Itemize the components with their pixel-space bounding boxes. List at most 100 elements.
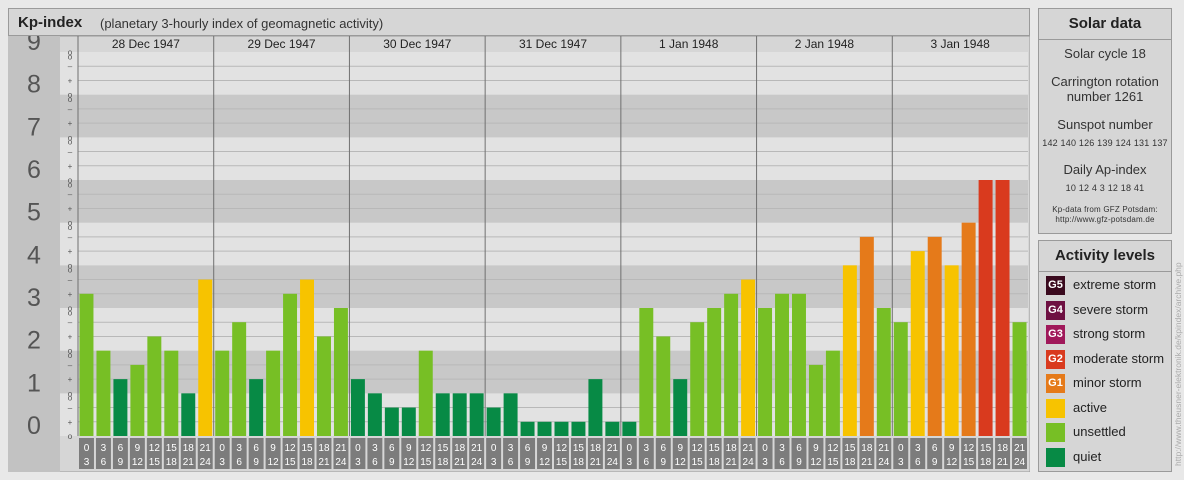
y-minor-mark: + <box>68 418 73 427</box>
kp-band <box>60 137 1028 180</box>
y-tick-label: 3 <box>27 284 41 312</box>
interval-start-label: 3 <box>779 443 785 454</box>
y-minor-mark: o <box>68 176 73 185</box>
kp-bar <box>164 350 179 436</box>
interval-start-label: 6 <box>253 443 259 454</box>
interval-start-label: 18 <box>590 443 602 454</box>
y-minor-mark: o <box>68 432 73 441</box>
kp-bar <box>927 236 942 436</box>
interval-end-label: 21 <box>318 457 330 468</box>
level-g5: G5 extreme storm <box>1046 276 1171 296</box>
kp-bar <box>673 379 688 436</box>
kp-bar <box>215 350 230 436</box>
level-unsettled: unsettled <box>1046 423 1171 443</box>
interval-start-label: 6 <box>389 443 395 454</box>
interval-end-label: 6 <box>915 457 921 468</box>
kp-bar <box>401 407 416 436</box>
kp-bar <box>435 393 450 436</box>
kp-bar <box>588 379 603 436</box>
interval-start-label: 18 <box>861 443 873 454</box>
interval-end-label: 3 <box>898 457 904 468</box>
kp-bar <box>825 350 840 436</box>
interval-end-label: 6 <box>236 457 242 468</box>
ap-title: Daily Ap-index <box>1063 162 1147 177</box>
interval-start-label: 6 <box>118 443 124 454</box>
interval-start-label: 15 <box>573 443 585 454</box>
interval-end-label: 6 <box>101 457 107 468</box>
y-minor-mark: + <box>68 204 73 213</box>
level-g4: G4 severe storm <box>1046 300 1171 321</box>
day-label: 30 Dec 1947 <box>383 37 451 51</box>
y-minor-mark: – <box>68 62 73 71</box>
source-line2: http://www.gfz-potsdam.de <box>1055 215 1155 224</box>
level-swatch <box>1046 398 1065 418</box>
y-tick-label: 1 <box>27 369 41 397</box>
y-tick-label: 9 <box>27 36 41 56</box>
interval-end-label: 24 <box>743 457 755 468</box>
kp-bar <box>181 393 196 436</box>
sunspot-values: 142 140 126 139 124 131 137 <box>1042 138 1168 148</box>
interval-end-label: 18 <box>980 457 992 468</box>
interval-start-label: 9 <box>270 443 276 454</box>
y-minor-mark: + <box>68 290 73 299</box>
kp-bar <box>741 279 756 436</box>
level-active: active <box>1046 398 1171 419</box>
interval-start-label: 0 <box>84 443 90 454</box>
kp-bar <box>554 421 569 436</box>
interval-start-label: 15 <box>437 443 449 454</box>
interval-start-label: 3 <box>508 443 514 454</box>
level-label: strong storm <box>1073 326 1146 341</box>
interval-start-label: 21 <box>471 443 483 454</box>
level-swatch <box>1046 423 1065 442</box>
interval-start-label: 0 <box>762 443 768 454</box>
kp-bar <box>469 393 484 436</box>
interval-start-label: 6 <box>525 443 531 454</box>
level-swatch: G5 <box>1046 276 1065 295</box>
interval-end-label: 12 <box>403 457 415 468</box>
kp-bar <box>317 336 331 436</box>
interval-start-label: 21 <box>607 443 619 454</box>
interval-start-label: 9 <box>406 443 412 454</box>
interval-end-label: 21 <box>997 457 1009 468</box>
interval-start-label: 0 <box>491 443 497 454</box>
interval-start-label: 6 <box>796 443 802 454</box>
y-minor-mark: + <box>68 332 73 341</box>
solar-cycle: Solar cycle 18 <box>1064 46 1146 61</box>
kp-bar <box>995 180 1010 436</box>
y-minor-mark: – <box>68 318 73 327</box>
interval-end-label: 9 <box>796 457 802 468</box>
y-minor-mark: + <box>68 162 73 171</box>
level-g2: G2 moderate storm <box>1046 349 1171 370</box>
kp-bar <box>333 308 348 436</box>
kp-band <box>60 180 1028 223</box>
kp-bar <box>944 265 959 436</box>
day-label: 1 Jan 1948 <box>659 37 719 51</box>
interval-end-label: 6 <box>372 457 378 468</box>
kp-bar <box>910 251 925 436</box>
interval-start-label: 18 <box>318 443 330 454</box>
interval-start-label: 6 <box>660 443 666 454</box>
interval-end-label: 3 <box>627 457 633 468</box>
day-label: 29 Dec 1947 <box>248 37 316 51</box>
interval-end-label: 15 <box>284 457 296 468</box>
interval-end-label: 6 <box>779 457 785 468</box>
interval-end-label: 6 <box>508 457 514 468</box>
activity-levels-panel: Activity levels G5 extreme storm G4 seve… <box>1038 240 1172 472</box>
interval-end-label: 18 <box>301 457 313 468</box>
interval-end-label: 12 <box>268 457 280 468</box>
level-swatch: G3 <box>1046 325 1065 344</box>
kp-bar <box>808 364 823 436</box>
kp-chart-svg: 0123456789o+–oo+–oo+–oo+–oo+–oo+–oo+–oo+… <box>7 28 1031 473</box>
source-line1: Kp-data from GFZ Potsdam: <box>1052 205 1158 214</box>
level-label: severe storm <box>1073 301 1149 317</box>
y-minor-mark: – <box>68 276 73 285</box>
chart-header: Kp-index (planetary 3-hourly index of ge… <box>8 8 1030 36</box>
interval-start-label: 3 <box>372 443 378 454</box>
y-minor-mark: – <box>68 361 73 370</box>
interval-end-label: 18 <box>573 457 585 468</box>
interval-start-label: 9 <box>813 443 819 454</box>
day-label: 2 Jan 1948 <box>795 37 855 51</box>
interval-start-label: 0 <box>219 443 225 454</box>
kp-bar <box>690 322 705 436</box>
level-swatch: G1 <box>1046 374 1065 393</box>
